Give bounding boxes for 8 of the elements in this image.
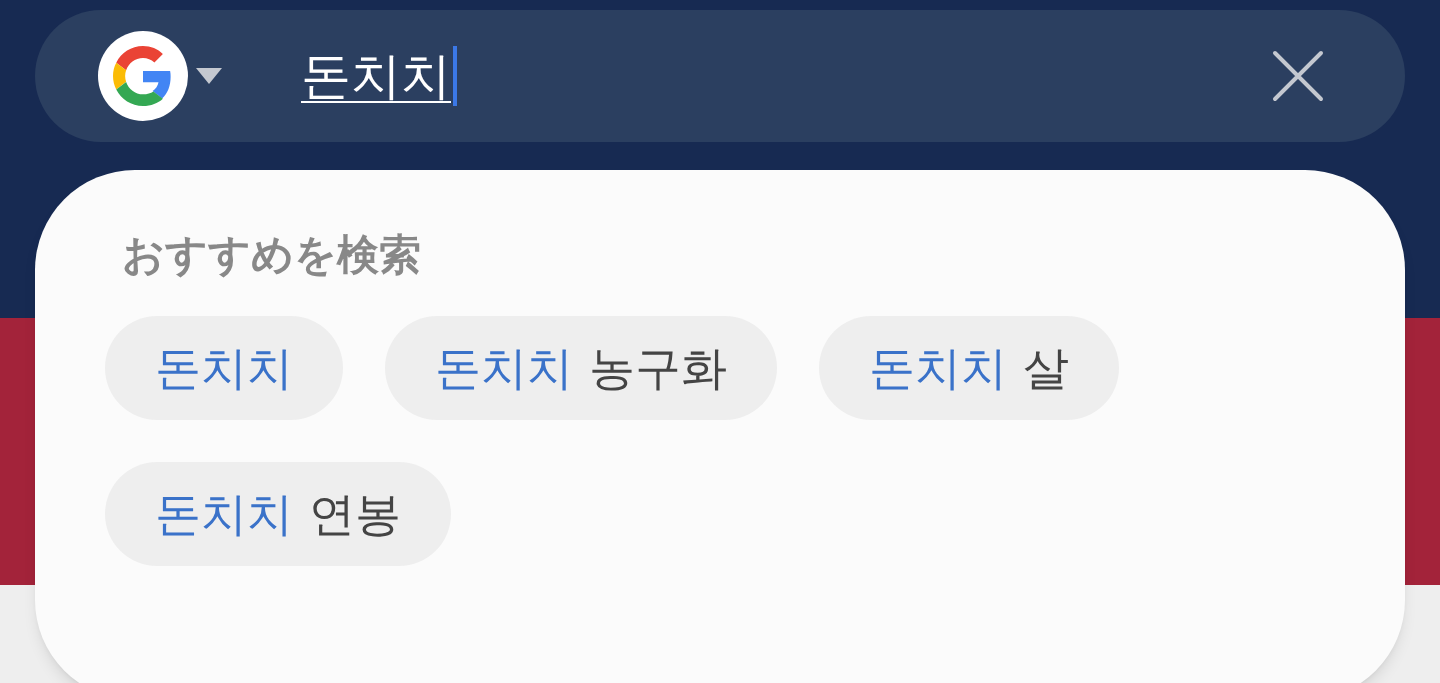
close-icon[interactable]	[1271, 49, 1325, 103]
search-field[interactable]: 돈치치	[301, 46, 457, 106]
suggestion-chip[interactable]: 돈치치 농구화	[385, 316, 777, 420]
suggestion-chip[interactable]: 돈치치	[105, 316, 343, 420]
dropdown-caret-icon[interactable]	[194, 66, 224, 86]
suggestions-heading: おすすめを検索	[122, 230, 421, 279]
suggestion-chip[interactable]: 돈치치 연봉	[105, 462, 451, 566]
suggestion-chip[interactable]: 돈치치 살	[819, 316, 1119, 420]
